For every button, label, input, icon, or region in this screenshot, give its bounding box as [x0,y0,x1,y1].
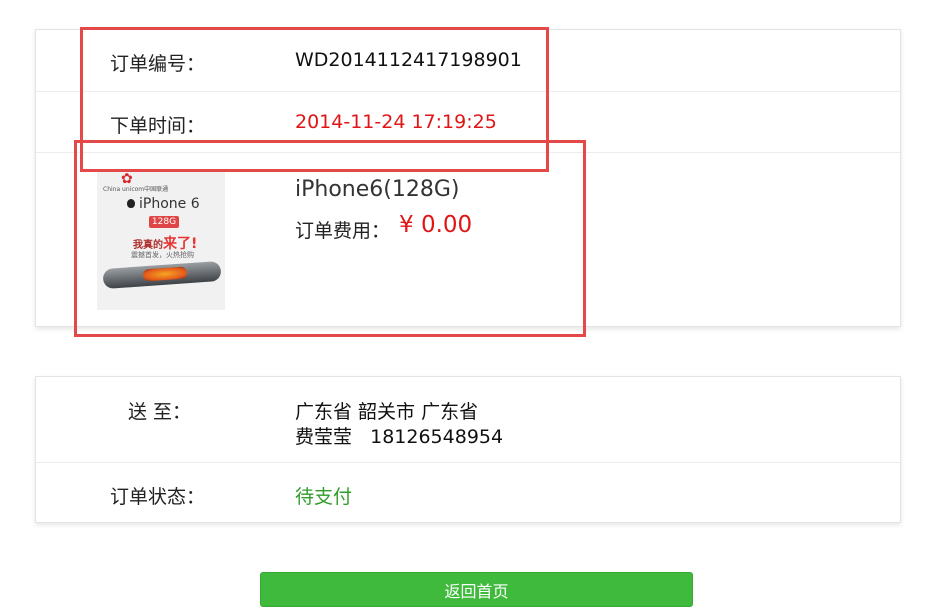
order-time-row: 下单时间： 2014-11-24 17:19:25 [36,91,900,153]
image-capacity-badge: 128G [149,216,179,228]
product-image[interactable]: ✿ China unicom中国联通 iPhone 6 128G 我真的来了! … [97,172,225,310]
image-promo-subtext: 震撼首发，火热抢购 [131,251,194,259]
order-fee-label: 订单费用： [295,220,391,242]
ship-to-row: 送 至： 广东省 韶关市 广东省 费莹莹 18126548954 [36,377,900,463]
ship-to-label: 送 至： [128,401,192,423]
order-number-row: 订单编号： WD2014112417198901 [36,30,900,92]
order-number-label: 订单编号： [110,53,206,75]
recipient-info: 费莹莹 18126548954 [295,426,504,448]
order-fee-value: ¥ 0.00 [399,212,473,238]
order-number-value: WD2014112417198901 [295,49,522,71]
order-time-value: 2014-11-24 17:19:25 [295,111,497,133]
order-status-value: 待支付 [295,486,353,508]
order-status-row: 订单状态： 待支付 [36,462,900,522]
order-info-card: 订单编号： WD2014112417198901 下单时间： 2014-11-2… [35,29,901,327]
delivery-info-card: 送 至： 广东省 韶关市 广东省 费莹莹 18126548954 订单状态： 待… [35,376,901,523]
order-status-label: 订单状态： [110,486,206,508]
unicom-logo-icon: ✿ [121,172,133,187]
brand-text: China unicom中国联通 [103,186,169,193]
apple-logo-icon [127,199,135,208]
order-time-label: 下单时间： [110,115,206,137]
product-name[interactable]: iPhone6(128G) [295,177,459,202]
ship-address: 广东省 韶关市 广东省 [295,401,479,423]
back-home-button[interactable]: 返回首页 [260,572,693,607]
product-row: ✿ China unicom中国联通 iPhone 6 128G 我真的来了! … [36,152,900,326]
image-model-text: iPhone 6 [139,196,200,212]
